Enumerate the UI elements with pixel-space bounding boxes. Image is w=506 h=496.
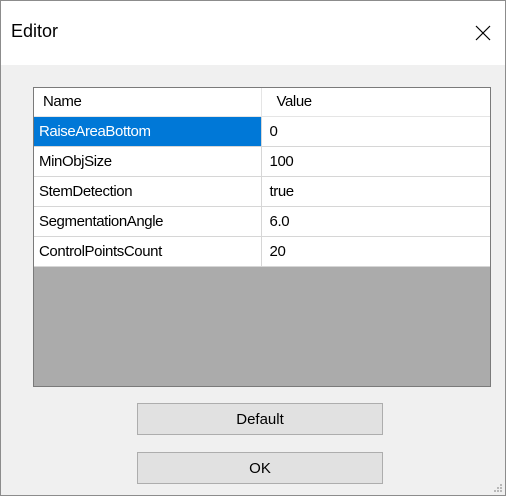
column-header-value[interactable]: Value: [261, 88, 490, 117]
default-button[interactable]: Default: [137, 403, 383, 435]
properties-table: Name Value RaiseAreaBottom 0 MinObjSize …: [34, 88, 490, 267]
row-name-cell[interactable]: SegmentationAngle: [34, 206, 262, 237]
row-value-cell[interactable]: true: [261, 176, 490, 207]
table-row[interactable]: RaiseAreaBottom 0: [34, 116, 490, 147]
table-row[interactable]: StemDetection true: [34, 176, 490, 207]
table-row[interactable]: ControlPointsCount 20: [34, 236, 490, 267]
column-header-name[interactable]: Name: [34, 88, 262, 117]
ok-button[interactable]: OK: [137, 452, 383, 484]
table-row[interactable]: MinObjSize 100: [34, 146, 490, 177]
row-name-cell[interactable]: MinObjSize: [34, 146, 262, 177]
row-name-cell[interactable]: RaiseAreaBottom: [34, 116, 262, 147]
row-name-cell[interactable]: ControlPointsCount: [34, 236, 262, 267]
header-row: Name Value: [34, 88, 490, 117]
close-icon: [475, 25, 491, 41]
row-name-cell[interactable]: StemDetection: [34, 176, 262, 207]
row-value-cell[interactable]: 100: [261, 146, 490, 177]
close-button[interactable]: [461, 1, 505, 65]
row-value-cell[interactable]: 6.0: [261, 206, 490, 237]
resize-grip-icon[interactable]: [493, 483, 503, 493]
row-value-cell[interactable]: 20: [261, 236, 490, 267]
title-bar: Editor: [1, 1, 505, 65]
editor-dialog: Editor Name Value RaiseAreaBottom 0 MinO…: [0, 0, 506, 496]
row-value-cell[interactable]: 0: [261, 116, 490, 147]
properties-grid[interactable]: Name Value RaiseAreaBottom 0 MinObjSize …: [33, 87, 491, 387]
table-row[interactable]: SegmentationAngle 6.0: [34, 206, 490, 237]
window-title: Editor: [11, 21, 59, 41]
